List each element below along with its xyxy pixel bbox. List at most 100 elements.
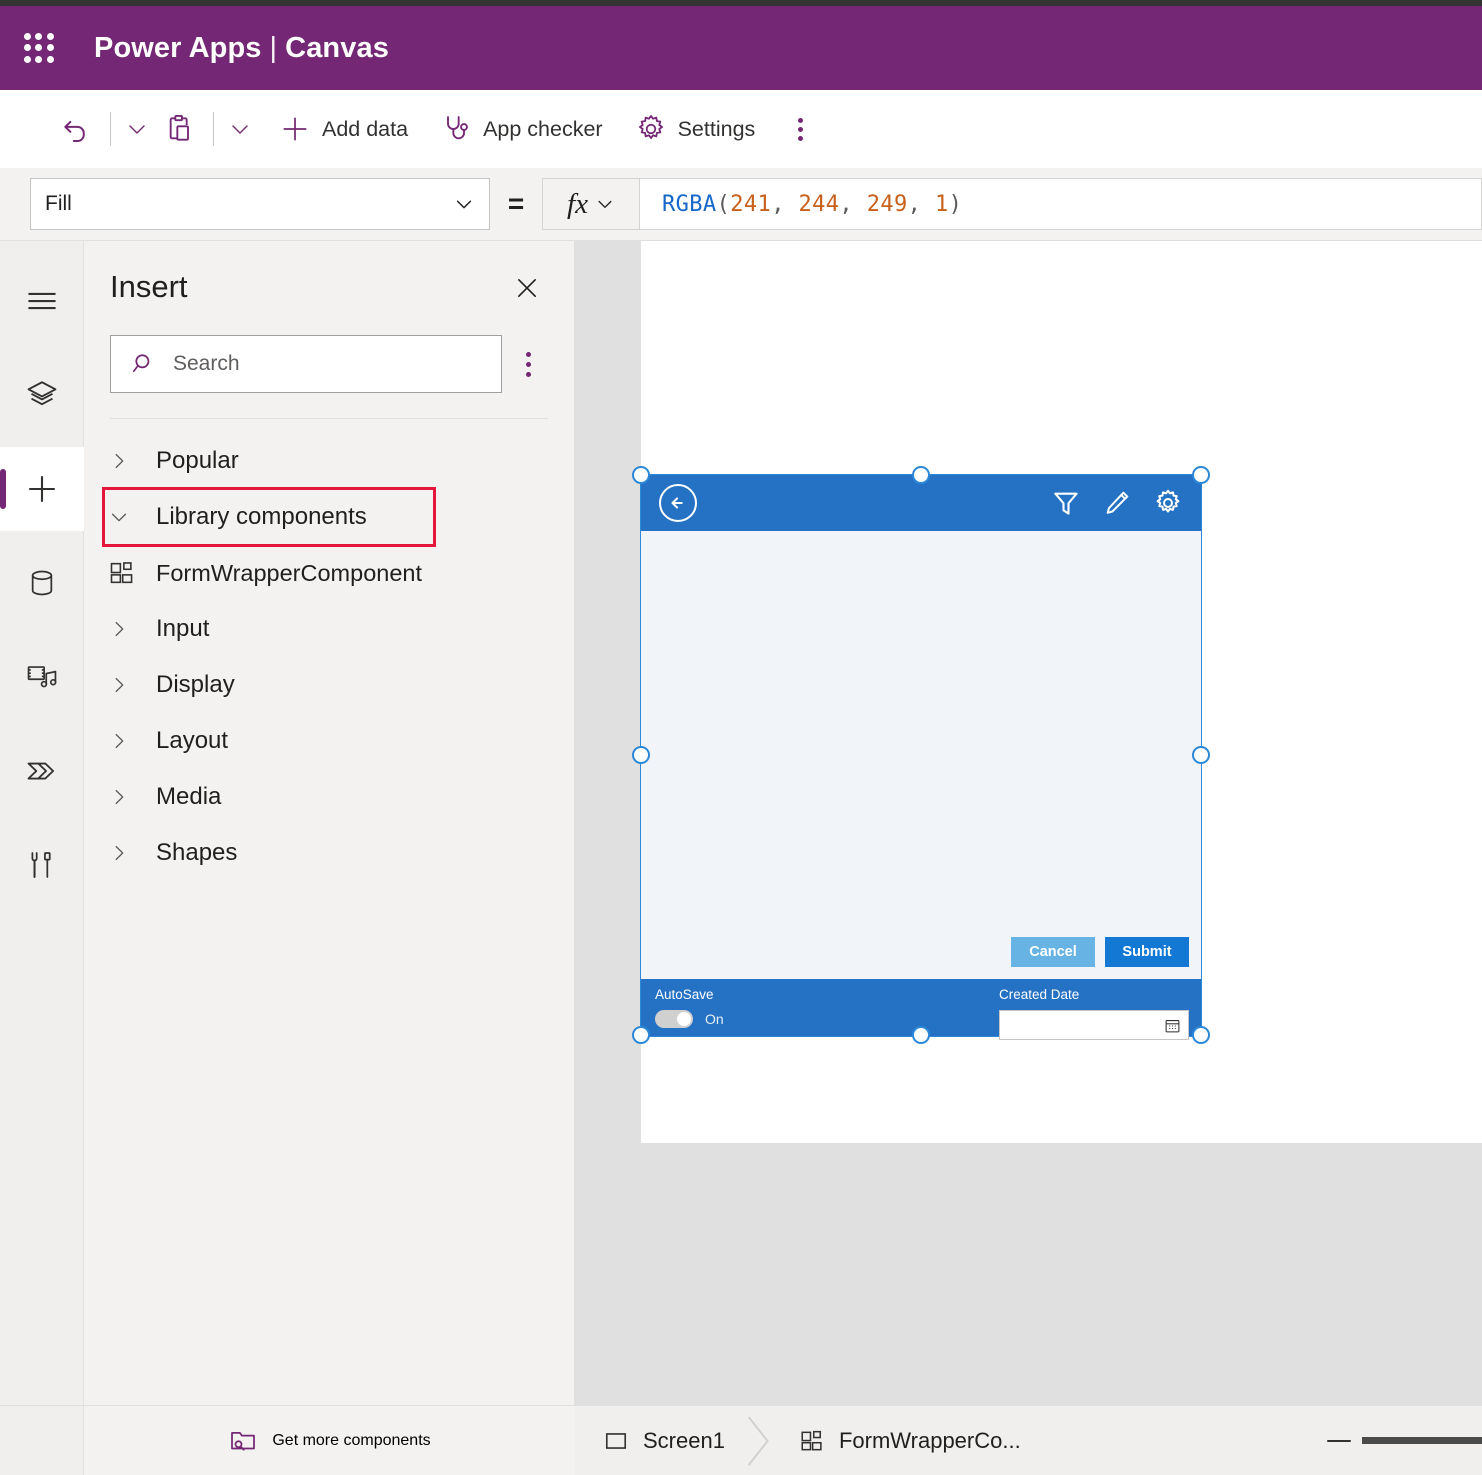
settings-button[interactable]: Settings bbox=[626, 103, 765, 155]
formula-text: RGBA(241, 244, 249, 1) bbox=[662, 192, 962, 217]
breadcrumb-component[interactable]: FormWrapperCo... bbox=[771, 1406, 1043, 1475]
zoom-out-button[interactable] bbox=[1316, 1437, 1362, 1445]
tree-group-library-components[interactable]: Library components bbox=[104, 489, 434, 545]
autosave-toggle[interactable] bbox=[655, 1010, 693, 1028]
autosave-state-label: On bbox=[705, 1011, 724, 1027]
resize-handle-top-center[interactable] bbox=[912, 466, 930, 484]
breadcrumb-label: Screen1 bbox=[643, 1428, 725, 1454]
add-data-button[interactable]: Add data bbox=[270, 103, 417, 155]
rail-footer-spacer bbox=[0, 1405, 84, 1475]
created-date-input[interactable] bbox=[999, 1010, 1189, 1040]
close-icon bbox=[513, 274, 541, 302]
clipboard-paste-icon bbox=[164, 113, 196, 145]
app-checker-button[interactable]: App checker bbox=[431, 103, 612, 155]
zoom-slider[interactable] bbox=[1362, 1437, 1482, 1444]
rail-item-advanced[interactable] bbox=[0, 823, 84, 907]
panel-title: Insert bbox=[110, 267, 188, 302]
rail-item-tree-view[interactable] bbox=[0, 353, 84, 437]
rail-item-power-automate[interactable] bbox=[0, 729, 84, 813]
back-arrow-circle-icon[interactable] bbox=[659, 484, 697, 522]
add-data-label: Add data bbox=[322, 117, 408, 142]
tree-group-shapes[interactable]: Shapes bbox=[84, 825, 574, 881]
cancel-button[interactable]: Cancel bbox=[1011, 937, 1095, 967]
plus-icon bbox=[279, 113, 311, 145]
tree-group-input[interactable]: Input bbox=[84, 601, 574, 657]
paste-dropdown-button[interactable] bbox=[222, 105, 258, 153]
power-automate-icon bbox=[24, 753, 60, 789]
resize-handle-bottom-right[interactable] bbox=[1192, 1026, 1210, 1044]
calendar-icon[interactable] bbox=[1164, 1017, 1181, 1034]
page-title: Power Apps|Canvas bbox=[94, 32, 389, 65]
layers-tree-view-icon bbox=[25, 378, 59, 412]
tree-group-media[interactable]: Media bbox=[84, 769, 574, 825]
resize-handle-middle-right[interactable] bbox=[1192, 746, 1210, 764]
component-icon bbox=[799, 1428, 825, 1454]
resize-handle-bottom-center[interactable] bbox=[912, 1026, 930, 1044]
toolbar-divider-2 bbox=[213, 112, 214, 146]
rail-item-insert[interactable] bbox=[0, 447, 84, 531]
formula-input[interactable]: RGBA(241, 244, 249, 1) bbox=[640, 178, 1482, 230]
pencil-icon[interactable] bbox=[1103, 489, 1131, 517]
paste-button[interactable] bbox=[155, 103, 205, 155]
tree-group-label: Popular bbox=[156, 447, 239, 475]
close-panel-button[interactable] bbox=[506, 267, 548, 309]
search-input[interactable]: Search bbox=[110, 335, 502, 393]
resize-handle-top-right[interactable] bbox=[1192, 466, 1210, 484]
title-separator: | bbox=[262, 32, 286, 64]
stethoscope-icon bbox=[440, 113, 472, 145]
chevron-down-icon bbox=[453, 193, 475, 215]
command-overflow-button[interactable] bbox=[778, 105, 822, 153]
chevron-right-icon bbox=[108, 786, 156, 808]
app-launcher-waffle-icon[interactable] bbox=[24, 33, 54, 63]
left-icon-rail bbox=[0, 241, 84, 1475]
resize-handle-middle-left[interactable] bbox=[632, 746, 650, 764]
media-icon bbox=[25, 660, 59, 694]
created-date-label: Created Date bbox=[999, 987, 1189, 1002]
insert-panel: Insert Search bbox=[84, 241, 575, 1475]
form-action-buttons: Cancel Submit bbox=[1011, 937, 1189, 967]
form-wrapper-component[interactable]: Cancel Submit AutoSave On Created Date bbox=[641, 475, 1201, 1036]
get-more-components-label: Get more components bbox=[272, 1432, 430, 1450]
tree-group-layout[interactable]: Layout bbox=[84, 713, 574, 769]
plus-insert-icon bbox=[24, 471, 60, 507]
undo-button[interactable] bbox=[50, 103, 102, 155]
app-header-bar: Power Apps|Canvas bbox=[0, 6, 1482, 90]
tree-group-popular[interactable]: Popular bbox=[84, 433, 574, 489]
autosave-group: AutoSave On bbox=[655, 987, 724, 1028]
submit-button[interactable]: Submit bbox=[1105, 937, 1189, 967]
undo-dropdown-button[interactable] bbox=[119, 105, 155, 153]
filter-icon[interactable] bbox=[1051, 488, 1081, 518]
fx-dropdown-button[interactable]: fx bbox=[542, 178, 640, 230]
chevron-right-icon bbox=[747, 1408, 771, 1474]
property-selector[interactable]: Fill bbox=[30, 178, 490, 230]
undo-arrow-icon bbox=[59, 112, 93, 146]
property-selector-value: Fill bbox=[45, 192, 453, 216]
search-placeholder: Search bbox=[173, 352, 240, 376]
fx-label: fx bbox=[567, 188, 588, 221]
database-data-icon bbox=[26, 567, 58, 599]
breadcrumb-screen1[interactable]: Screen1 bbox=[575, 1406, 747, 1475]
search-icon bbox=[131, 351, 157, 377]
tree-item-formwrappercomponent[interactable]: FormWrapperComponent bbox=[84, 545, 574, 601]
chevron-right-icon bbox=[108, 674, 156, 696]
panel-overflow-button[interactable] bbox=[508, 340, 548, 388]
equals-sign: = bbox=[490, 188, 542, 220]
rail-item-menu[interactable] bbox=[0, 259, 84, 343]
created-date-group: Created Date bbox=[999, 987, 1189, 1040]
gear-icon bbox=[635, 113, 667, 145]
component-icon bbox=[108, 559, 156, 587]
resize-handle-top-left[interactable] bbox=[632, 466, 650, 484]
component-body: Cancel Submit bbox=[641, 531, 1201, 979]
gear-icon[interactable] bbox=[1153, 488, 1183, 518]
breadcrumb-label: FormWrapperCo... bbox=[839, 1428, 1021, 1454]
tree-group-label: Input bbox=[156, 615, 209, 643]
screen-rectangle-icon bbox=[603, 1428, 629, 1454]
resize-handle-bottom-left[interactable] bbox=[632, 1026, 650, 1044]
tree-group-label: Display bbox=[156, 671, 235, 699]
get-more-components-button[interactable]: Get more components bbox=[84, 1405, 575, 1475]
toggle-knob bbox=[677, 1012, 691, 1026]
tree-group-display[interactable]: Display bbox=[84, 657, 574, 713]
rail-item-data[interactable] bbox=[0, 541, 84, 625]
rail-item-media[interactable] bbox=[0, 635, 84, 719]
autosave-label: AutoSave bbox=[655, 987, 724, 1002]
